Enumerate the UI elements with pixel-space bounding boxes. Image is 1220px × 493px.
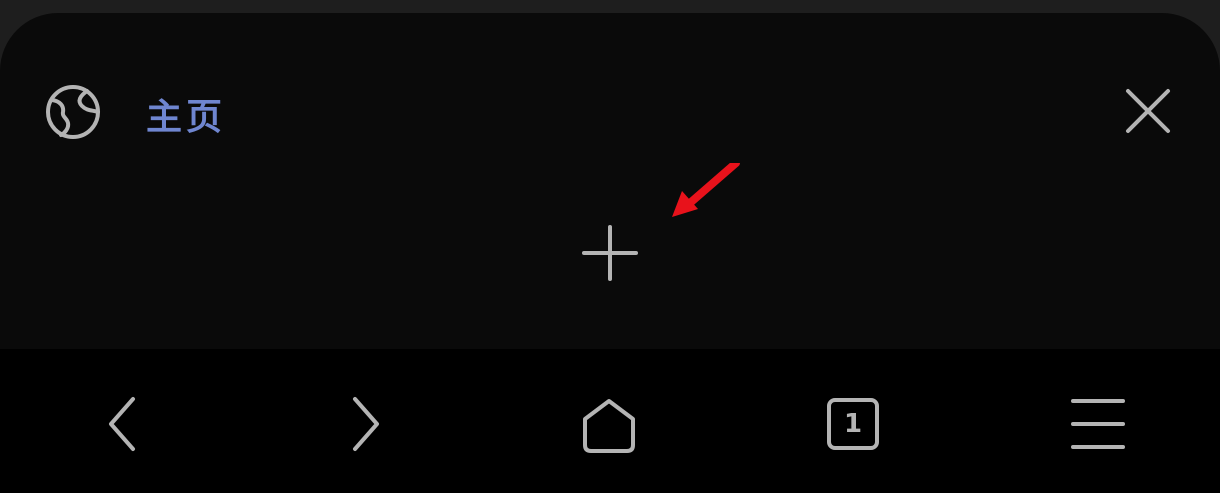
chevron-right-icon: [353, 397, 379, 451]
tab-count: 1: [843, 409, 863, 439]
arrow-icon: [672, 163, 740, 217]
globe-icon: [46, 85, 100, 139]
hamburger-menu-icon: [1071, 399, 1125, 449]
bottom-navigation-bar: 1: [0, 349, 1220, 493]
plus-icon[interactable]: [578, 221, 642, 285]
home-icon: [583, 399, 635, 453]
close-icon[interactable]: [1120, 83, 1176, 139]
tabs-button[interactable]: 1: [818, 389, 888, 459]
tab-card-header: 主页: [0, 13, 1220, 213]
tab-card[interactable]: 主页: [0, 13, 1220, 349]
home-button[interactable]: [574, 389, 644, 459]
tab-title[interactable]: 主页: [146, 88, 226, 140]
menu-button[interactable]: [1063, 389, 1133, 459]
back-button[interactable]: [87, 389, 157, 459]
forward-button[interactable]: [331, 389, 401, 459]
chevron-left-icon: [109, 397, 135, 451]
browser-screen: 主页 1: [0, 0, 1220, 493]
